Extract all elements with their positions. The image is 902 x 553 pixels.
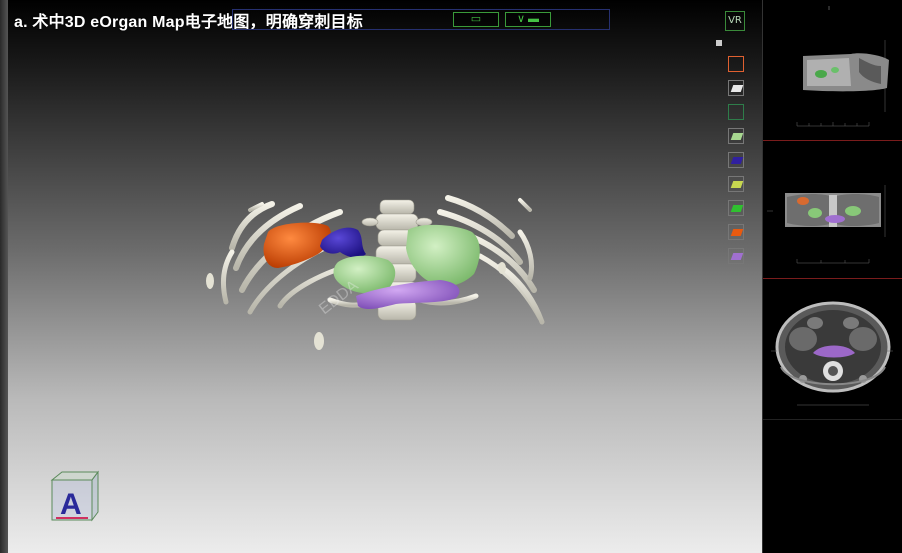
- slice-divider: [763, 419, 902, 420]
- vr-mode-badge[interactable]: VR: [725, 11, 745, 31]
- layer-swatch-yellow-green[interactable]: [728, 176, 744, 192]
- layer-chip: [730, 205, 744, 212]
- layer-chip: [730, 157, 744, 164]
- layer-chip: [730, 229, 744, 236]
- layer-chip: [730, 253, 744, 260]
- layer-swatch-dark-blue[interactable]: [728, 152, 744, 168]
- view-button-1[interactable]: ▭: [453, 12, 499, 27]
- layer-swatch-purple[interactable]: [728, 248, 744, 264]
- layer-swatch-outline-orange[interactable]: [728, 56, 744, 72]
- layer-chip: [730, 133, 744, 140]
- 3d-organ-scene[interactable]: EDDA A: [0, 0, 762, 553]
- layer-chip: [730, 85, 744, 92]
- view-button-2[interactable]: ∨ ▬: [505, 12, 551, 27]
- view-toolbar: ▭ ∨ ▬: [232, 9, 610, 30]
- layer-swatch-light-green[interactable]: [728, 128, 744, 144]
- layer-chip: [730, 181, 744, 188]
- layer-swatch-outline-green[interactable]: [728, 104, 744, 120]
- watermark: EDDA: [316, 277, 362, 318]
- svg-text:A: A: [60, 488, 82, 521]
- collapse-handle[interactable]: [716, 40, 722, 46]
- layer-swatch-orange[interactable]: [728, 224, 744, 240]
- coronal-view[interactable]: [763, 141, 902, 278]
- orientation-cube[interactable]: A: [50, 470, 99, 522]
- sagittal-view[interactable]: [763, 0, 902, 140]
- layer-swatch-white-solid[interactable]: [728, 80, 744, 96]
- 3d-viewport[interactable]: EDDA A a. 术中3D eOrgan Map电子地图，明确穿刺目标 ▭ ∨…: [0, 0, 762, 553]
- axial-view[interactable]: [763, 279, 902, 419]
- layer-swatch-green[interactable]: [728, 200, 744, 216]
- slice-panel: [762, 0, 902, 553]
